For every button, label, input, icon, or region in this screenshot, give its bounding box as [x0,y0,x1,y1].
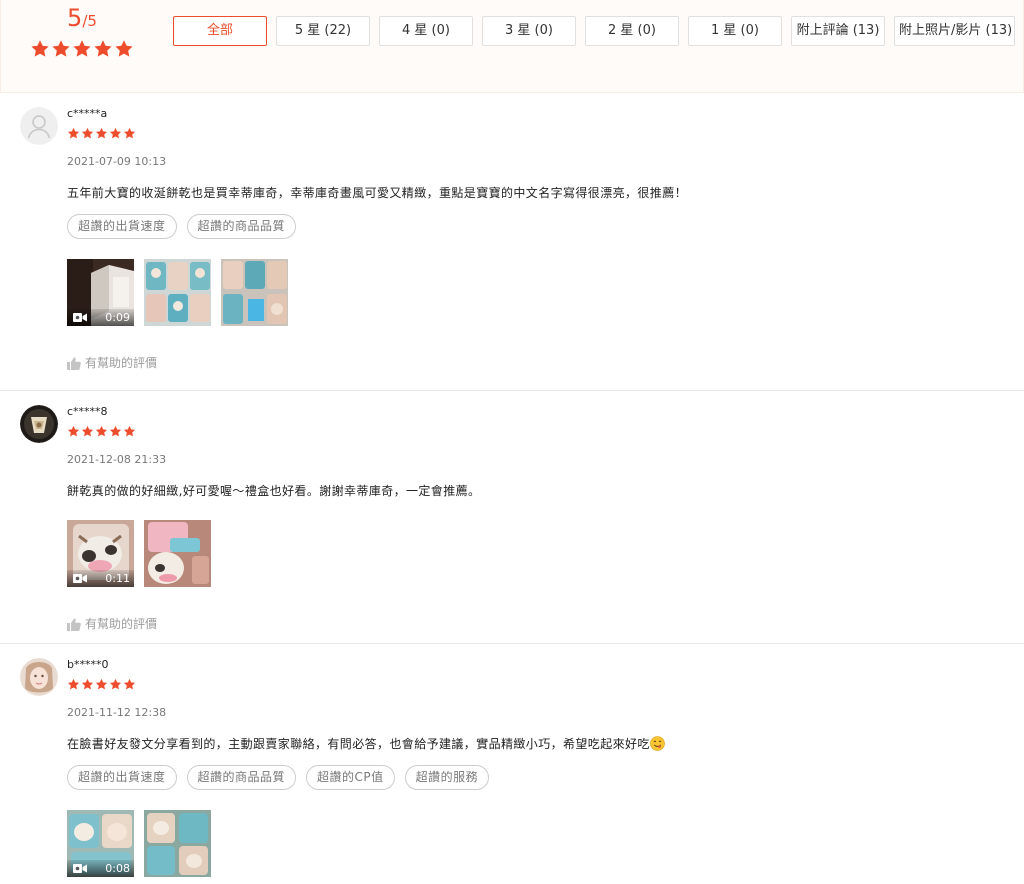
review-media: 0:11 [67,520,1024,587]
review-comment: 餅乾真的做的好細緻,好可愛喔～禮盒也好看。謝謝幸蒂庫奇，一定會推薦。 [67,484,481,498]
review-comment: 五年前大寶的收涎餅乾也是買幸蒂庫奇，幸蒂庫奇畫風可愛又精緻，重點是寶寶的中文名字… [67,186,688,200]
star-icon [73,40,91,57]
review-tag: 超讚的商品品質 [186,765,297,790]
review-author[interactable]: c*****a [67,107,1024,121]
video-camera-icon [73,864,87,873]
star-icon [81,127,94,139]
star-icon [67,678,80,690]
helpful-label: 有幫助的評價 [85,617,158,631]
review-date: 2021-11-12 12:38 [67,706,167,719]
review-tag: 超讚的CP值 [306,765,395,790]
review-image-thumbnail[interactable] [144,259,211,326]
review-date: 2021-07-09 10:13 [67,155,167,168]
star-icon [109,678,122,690]
rating-filters: 全部 5 星 (22) 4 星 (0) 3 星 (0) 2 星 (0) 1 星 … [173,16,1015,46]
helpful-label: 有幫助的評價 [85,356,158,370]
star-icon [81,678,94,690]
video-duration: 0:11 [105,572,130,585]
default-avatar-icon[interactable] [20,107,58,145]
filter-2-star-button[interactable]: 2 星 (0) [585,16,679,46]
user-avatar[interactable] [20,405,58,443]
yum-face-emoji-icon [650,736,665,751]
star-icon [95,425,108,437]
review-stars [67,425,1024,438]
video-camera-icon [73,574,87,583]
review-date: 2021-12-08 21:33 [67,453,167,466]
review-video-thumbnail[interactable]: 0:09 [67,259,134,326]
review-tag: 超讚的出貨速度 [67,214,177,239]
review-tag: 超讚的出貨速度 [67,765,177,790]
review-tag: 超讚的商品品質 [186,214,297,239]
filter-5-star-button[interactable]: 5 星 (22) [276,16,370,46]
filter-3-star-button[interactable]: 3 星 (0) [482,16,576,46]
review-list: c*****a 2021-07-09 10:13 五年前大寶的收涎餅乾也是買幸蒂… [0,93,1024,884]
filter-1-star-button[interactable]: 1 星 (0) [688,16,782,46]
score-max: /5 [82,12,97,30]
star-icon [31,40,49,57]
review-stars [67,127,1024,140]
star-icon [94,40,112,57]
star-icon [109,127,122,139]
star-icon [67,425,80,437]
review-comment: 在臉書好友發文分享看到的，主動跟賣家聯絡，有問必答，也會給予建議，實品精緻小巧，… [67,735,1024,753]
review-comment-text: 在臉書好友發文分享看到的，主動跟賣家聯絡，有問必答，也會給予建議，實品精緻小巧，… [67,737,650,751]
review-item: c*****8 2021-12-08 21:33 餅乾真的做的好細緻,好可愛喔～… [0,391,1024,644]
score-value: 5 [67,4,83,32]
overall-stars [29,39,135,59]
filter-all-button[interactable]: 全部 [173,16,267,46]
review-tags: 超讚的出貨速度 超讚的商品品質 [67,214,1024,239]
star-icon [95,678,108,690]
review-image-thumbnail[interactable] [221,259,288,326]
rating-overview: 5/5 全部 5 星 (22) 4 星 (0) 3 星 (0) 2 星 (0) … [0,0,1024,93]
star-icon [123,127,136,139]
helpful-button[interactable]: 有幫助的評價 [67,356,157,370]
star-icon [81,425,94,437]
star-icon [109,425,122,437]
helpful-button[interactable]: 有幫助的評價 [67,617,157,631]
thumbs-up-icon [67,357,81,370]
star-icon [52,40,70,57]
thumbs-up-icon [67,618,81,631]
review-image-thumbnail[interactable] [144,810,211,877]
star-icon [67,127,80,139]
star-icon [123,425,136,437]
review-item: c*****a 2021-07-09 10:13 五年前大寶的收涎餅乾也是買幸蒂… [0,93,1024,391]
video-duration: 0:09 [105,311,130,324]
review-item: b*****0 2021-11-12 12:38 在臉書好友發文分享看到的，主動… [0,644,1024,884]
video-camera-icon [73,313,87,322]
review-tags: 超讚的出貨速度 超讚的商品品質 超讚的CP值 超讚的服務 [67,765,1024,790]
review-media: 0:08 [67,810,1024,877]
filter-with-media-button[interactable]: 附上照片/影片 (13) [894,16,1015,46]
star-icon [123,678,136,690]
overall-score: 5/5 [29,0,135,59]
user-avatar[interactable] [20,658,58,696]
star-icon [115,40,133,57]
filter-with-comments-button[interactable]: 附上評論 (13) [791,16,885,46]
review-media: 0:09 [67,259,1024,326]
review-author[interactable]: c*****8 [67,405,1024,419]
review-video-thumbnail[interactable]: 0:08 [67,810,134,877]
review-author[interactable]: b*****0 [67,658,1024,672]
review-stars [67,678,1024,691]
review-image-thumbnail[interactable] [144,520,211,587]
review-tag: 超讚的服務 [404,765,490,790]
star-icon [95,127,108,139]
video-duration: 0:08 [105,862,130,875]
filter-4-star-button[interactable]: 4 星 (0) [379,16,473,46]
review-video-thumbnail[interactable]: 0:11 [67,520,134,587]
